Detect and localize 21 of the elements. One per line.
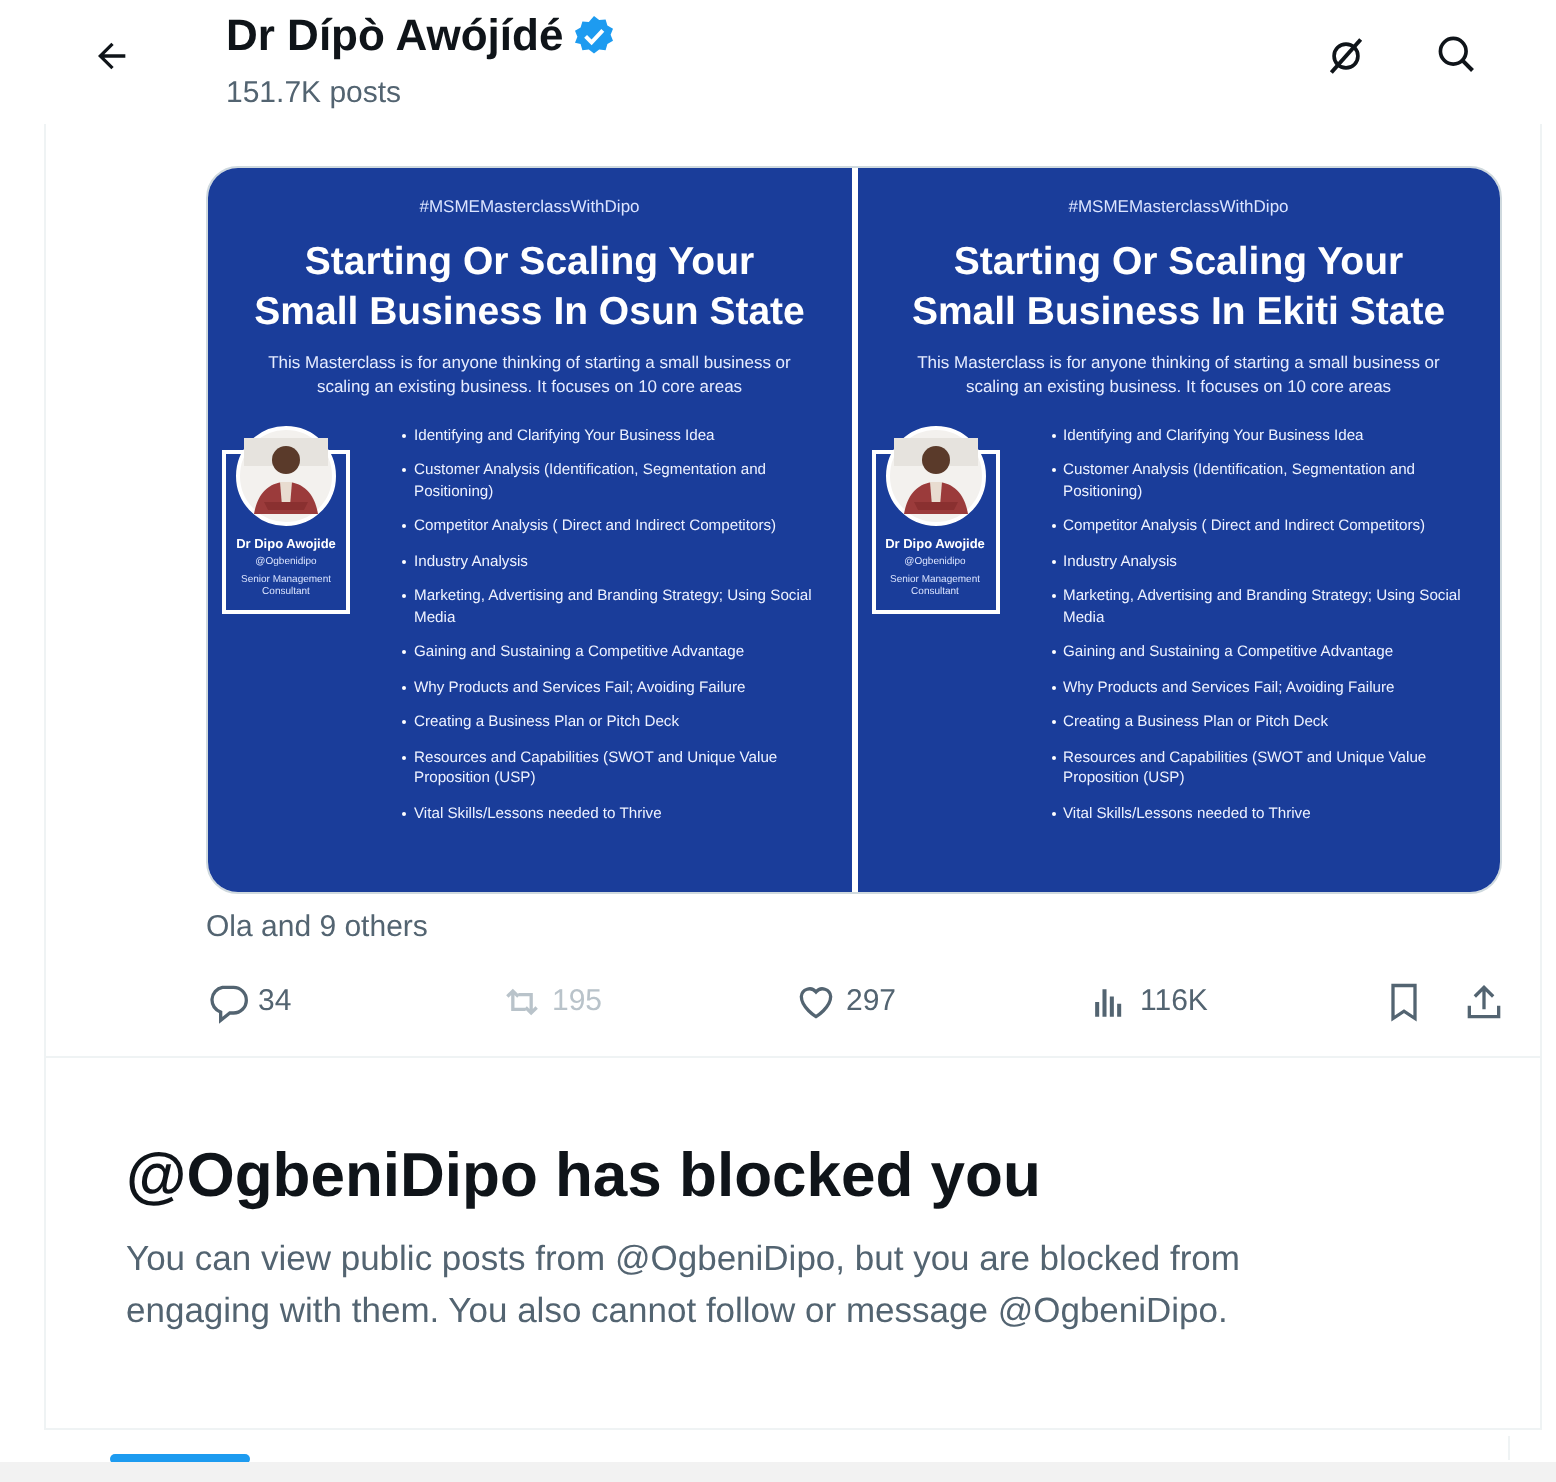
flyer-subtitle: This Masterclass is for anyone thinking of starting a small business or scaling an existing business. It focuses on 10 core areas <box>915 349 1442 398</box>
blocked-message: You can view public posts from @OgbeniDipo, but you are blocked from engaging with them. You also cannot follow or message @OgbeniDipo. <box>126 1236 1242 1334</box>
share-button[interactable] <box>1462 980 1506 1024</box>
flyer-title: Small Business In Osun State <box>254 287 805 338</box>
flyer-title: Starting Or Scaling Your <box>953 237 1404 288</box>
flyer-hashtag: #MSMEMasterclassWithDipo <box>1068 194 1289 220</box>
like-button[interactable]: 297 <box>794 979 944 1025</box>
speech-bubble-icon <box>206 980 250 1024</box>
reply-button[interactable]: 34 <box>206 979 356 1025</box>
flyer-title: Starting Or Scaling Your <box>304 237 755 288</box>
views-button[interactable]: 116K <box>1088 979 1238 1025</box>
flyer-hashtag: #MSMEMasterclassWithDipo <box>419 194 640 220</box>
flyer-title: Small Business In Ekiti State <box>911 287 1446 338</box>
share-icon <box>1462 980 1506 1024</box>
search-icon <box>1434 32 1478 76</box>
blocked-title: @OgbeniDipo has blocked you <box>126 1140 1043 1212</box>
flyer-subtitle: This Masterclass is for anyone thinking of starting a small business or scaling an existing business. It focuses on 10 core areas <box>266 349 793 398</box>
liked-by-text: Ola and 9 others <box>206 910 428 944</box>
profile-name: Dr Dípò Awójídé <box>226 8 564 64</box>
slashed-circle-icon <box>1324 34 1368 78</box>
post-count: 151.7K posts <box>226 74 402 114</box>
